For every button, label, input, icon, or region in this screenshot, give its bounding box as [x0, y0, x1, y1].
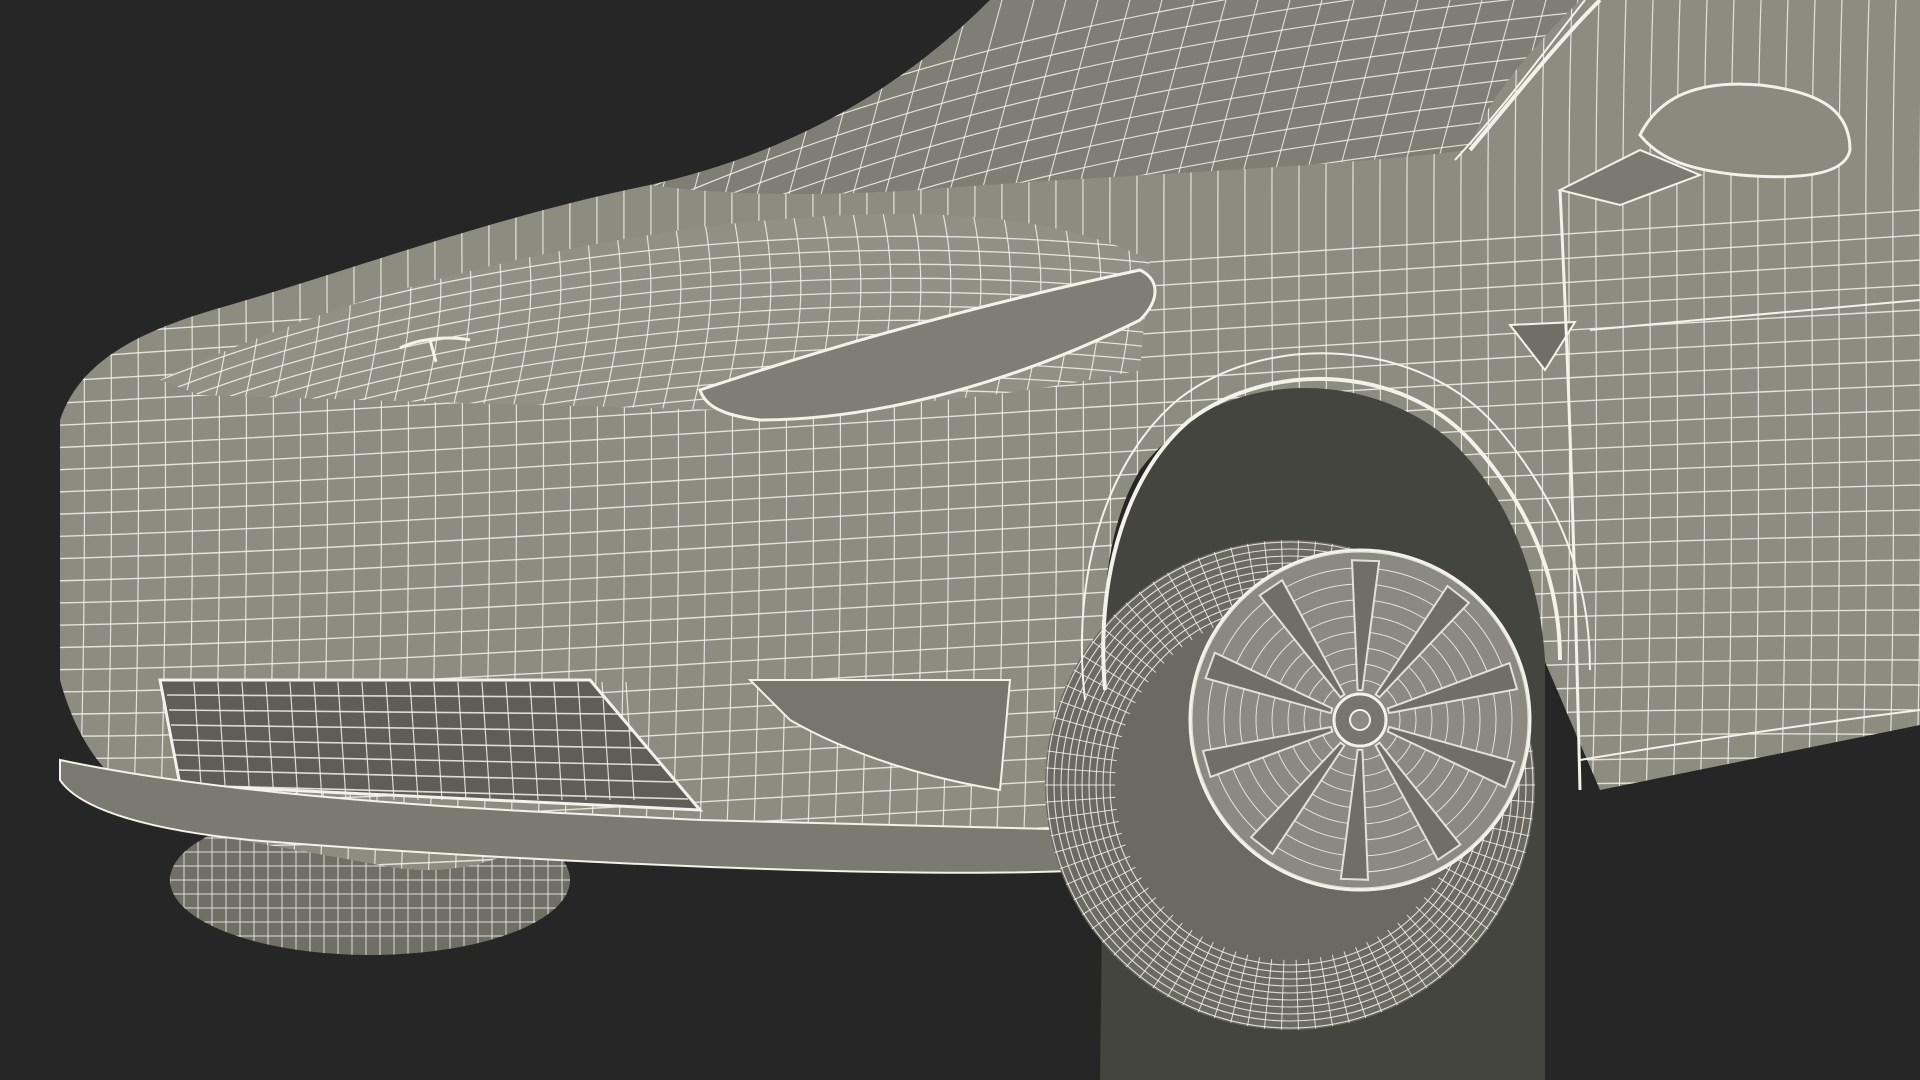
wireframe-car-render — [0, 0, 1920, 1080]
wheel-hub-cap-icon — [1349, 709, 1371, 731]
